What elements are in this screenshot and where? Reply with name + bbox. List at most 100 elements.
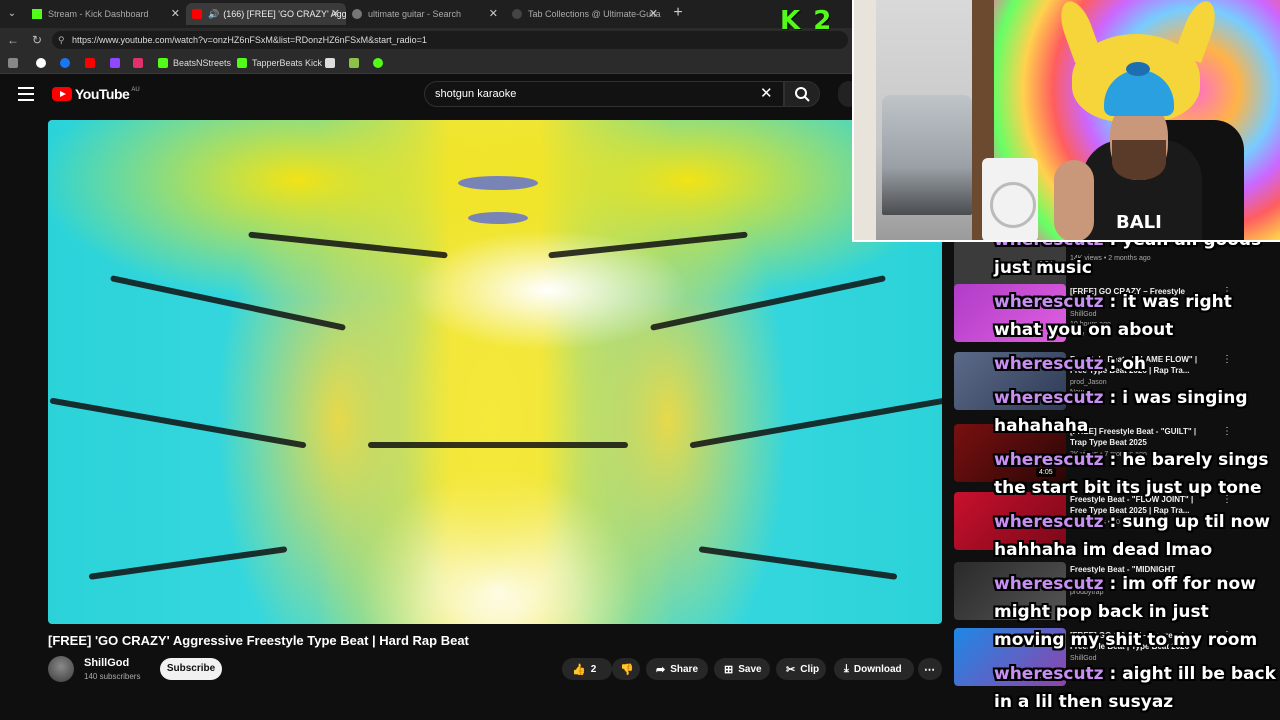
chat-message: wherescutz : i was singing hahahaha [994, 384, 1280, 440]
search-icon [795, 87, 810, 102]
save-label: Save [738, 663, 762, 675]
video-shape [468, 212, 528, 224]
facebook-icon[interactable] [60, 56, 75, 70]
dislike-button[interactable]: 👎 [612, 658, 640, 680]
webcam-shirt-text: BALI [1116, 212, 1162, 233]
tab-label: Stream - Kick Dashboard [48, 9, 149, 19]
bookmark-icon[interactable] [325, 56, 340, 70]
chat-username: wherescutz [994, 450, 1104, 470]
site-info-icon[interactable]: ⚲ [58, 31, 65, 49]
kick-favicon-icon [32, 9, 42, 19]
chat-username: wherescutz [994, 512, 1104, 532]
twitch-icon[interactable] [110, 56, 125, 70]
bookmark-tapperbeats-kick[interactable]: TapperBeats Kick [237, 56, 322, 70]
video-shape [49, 397, 307, 449]
chat-message: wherescutz : aight ill be back in a lil … [994, 660, 1280, 716]
video-shape [458, 176, 538, 190]
chat-message: wherescutz : im off for now might pop ba… [994, 570, 1280, 654]
bookmark-label: BeatsNStreets [173, 58, 232, 68]
bookmark-label: TapperBeats Kick [252, 58, 323, 68]
share-label: Share [670, 663, 699, 675]
tab-youtube-video[interactable]: 🔊 (166) [FREE] 'GO CRAZY' Aggr ✕ [186, 3, 346, 25]
bookmark-beatsnstreets[interactable]: BeatsNStreets [158, 56, 231, 70]
clip-label: Clip [800, 663, 820, 675]
chat-username: wherescutz [994, 664, 1104, 684]
video-shape [248, 231, 448, 259]
close-icon[interactable]: ✕ [171, 7, 180, 20]
chat-message: wherescutz : it was right what you on ab… [994, 288, 1280, 344]
apps-icon[interactable] [8, 56, 23, 70]
tab-search-chevron-icon[interactable]: ⌄ [4, 6, 20, 22]
chat-username: wherescutz [994, 354, 1104, 374]
bookmark-icon[interactable] [373, 56, 388, 70]
chat-text: : oh [1103, 354, 1146, 374]
webcam-overlay: BALI [852, 0, 1280, 242]
chat-message: wherescutz : oh [994, 350, 1280, 378]
webcam-door [854, 0, 876, 240]
chat-username: wherescutz [994, 292, 1104, 312]
more-dots-icon: ⋯ [924, 663, 935, 676]
search-button[interactable] [784, 81, 820, 107]
logo-text: YouTube [75, 86, 130, 102]
close-icon[interactable]: ✕ [489, 7, 498, 20]
country-code: AU [131, 87, 140, 93]
webcam-person-arm [1054, 160, 1094, 240]
youtube-logo[interactable]: YouTube AU [52, 86, 140, 102]
subscribe-button[interactable]: Subscribe [160, 658, 222, 680]
clip-button[interactable]: ✂ Clip [776, 658, 826, 680]
search-input[interactable]: shotgun karaoke [424, 81, 784, 107]
thumbs-up-icon: 👍 [572, 663, 586, 676]
speaker-icon[interactable]: 🔊 [208, 9, 219, 20]
youtube-bookmark-icon[interactable] [85, 56, 100, 70]
more-actions-button[interactable]: ⋯ [918, 658, 942, 680]
save-button[interactable]: ⊞ Save [714, 658, 770, 680]
share-button[interactable]: ➦ Share [646, 658, 708, 680]
ug-favicon-icon [512, 9, 522, 19]
channel-name[interactable]: ShillGod [84, 657, 129, 669]
new-tab-plus-icon[interactable]: + [670, 4, 686, 22]
chat-message: wherescutz : he barely sings the start b… [994, 446, 1280, 502]
chat-username: wherescutz [994, 388, 1104, 408]
back-arrow-icon[interactable]: ← [4, 31, 22, 49]
like-button[interactable]: 👍 2 [562, 658, 612, 680]
webcam-car [882, 95, 972, 215]
clear-search-icon[interactable]: ✕ [760, 86, 773, 102]
video-shape [649, 275, 887, 331]
screen: ⌄ Stream - Kick Dashboard ✕ 🔊 (166) [FRE… [0, 0, 1280, 720]
video-shape [88, 546, 288, 580]
download-label: Download [853, 663, 902, 675]
chat-username: wherescutz [994, 574, 1104, 594]
video-shape [368, 442, 628, 448]
close-icon[interactable]: ✕ [649, 7, 658, 20]
channel-avatar[interactable] [48, 656, 74, 682]
tab-ultimate-guitar-search[interactable]: ultimate guitar - Search ✕ [346, 3, 504, 25]
bookmark-icon[interactable] [349, 56, 364, 70]
tab-kick-dashboard[interactable]: Stream - Kick Dashboard ✕ [26, 3, 186, 25]
google-icon[interactable] [36, 56, 51, 70]
webcam-person-beard [1112, 140, 1166, 180]
video-shape [109, 275, 347, 331]
close-icon[interactable]: ✕ [331, 7, 340, 20]
address-bar-row: ← ↻ ⚲ https://www.youtube.com/watch?v=on… [0, 28, 852, 52]
subscriber-count: 140 subscribers [84, 672, 141, 681]
menu-hamburger-icon[interactable] [18, 87, 34, 101]
video-shape [548, 231, 748, 259]
scissors-icon: ✂ [786, 663, 796, 676]
tab-tab-collections[interactable]: Tab Collections @ Ultimate-Guita ✕ [506, 3, 664, 25]
search-value: shotgun karaoke [435, 88, 517, 100]
video-shape [689, 397, 942, 449]
download-button[interactable]: ⤓ Download [834, 658, 914, 680]
url-field[interactable]: ⚲ https://www.youtube.com/watch?v=onzHZ6… [52, 31, 848, 49]
like-count: 2 [590, 663, 597, 675]
download-icon: ⤓ [844, 662, 849, 675]
video-player[interactable] [48, 120, 942, 624]
reload-icon[interactable]: ↻ [28, 31, 46, 49]
video-shape [698, 546, 898, 580]
chat-message: wherescutz : sung up til now hahhaha im … [994, 508, 1280, 564]
instagram-icon[interactable] [133, 56, 148, 70]
url-text: https://www.youtube.com/watch?v=onzHZ6nF… [72, 35, 427, 45]
youtube-header: YouTube AU shotgun karaoke ✕ [0, 74, 860, 116]
webcam-fan [982, 158, 1038, 240]
thumbs-down-icon: 👎 [620, 663, 634, 676]
video-title: [FREE] 'GO CRAZY' Aggressive Freestyle T… [48, 633, 469, 648]
